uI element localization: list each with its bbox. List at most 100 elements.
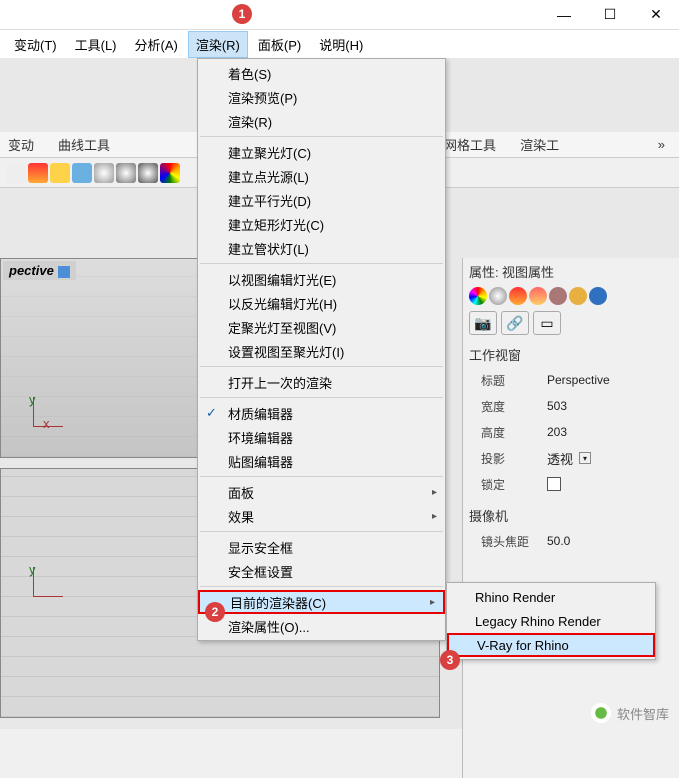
separator	[200, 263, 443, 264]
property-row: 高度203	[469, 420, 673, 444]
sphere1[interactable]	[94, 163, 114, 183]
menu-item[interactable]: 建立管状灯(L)	[198, 236, 445, 260]
section-camera: 摄像机	[469, 506, 673, 525]
menu-item[interactable]: 安全框设置	[198, 559, 445, 583]
property-label: 镜头焦距	[481, 533, 547, 550]
menu-item[interactable]: 建立聚光灯(C)	[198, 140, 445, 164]
menu-item[interactable]: 以反光编辑灯光(H)	[198, 291, 445, 315]
sphere-rainbow[interactable]	[160, 163, 180, 183]
menu-item[interactable]: 贴图编辑器	[198, 449, 445, 473]
menu-item[interactable]: 效果	[198, 504, 445, 528]
menu-item[interactable]: 着色(S)	[198, 61, 445, 85]
flame2-icon[interactable]	[529, 287, 547, 305]
separator	[200, 397, 443, 398]
chevron-down-icon[interactable]: ▾	[579, 452, 591, 464]
window-minimize[interactable]: —	[541, 0, 587, 30]
property-value[interactable]: 203	[547, 425, 673, 439]
separator	[200, 136, 443, 137]
menu-item[interactable]: 建立点光源(L)	[198, 164, 445, 188]
window-close[interactable]: ✕	[633, 0, 679, 30]
tab-curve-tools[interactable]: 曲线工具	[58, 135, 110, 154]
menu-item[interactable]: 目前的渲染器(C)	[198, 590, 445, 614]
folder-icon[interactable]	[569, 287, 587, 305]
property-label: 标题	[481, 372, 547, 389]
submenu-item[interactable]: Legacy Rhino Render	[447, 609, 655, 633]
menu-help[interactable]: 说明(H)	[311, 31, 371, 58]
menu-item[interactable]: 环境编辑器	[198, 425, 445, 449]
viewport-label[interactable]: pective	[3, 261, 76, 280]
circle-yellow[interactable]	[50, 163, 70, 183]
menu-panel[interactable]: 面板(P)	[250, 31, 309, 58]
separator	[200, 366, 443, 367]
link-icon[interactable]: 🔗	[501, 311, 529, 335]
tab-more-icon[interactable]: »	[658, 137, 671, 152]
menu-item[interactable]: 材质编辑器	[198, 401, 445, 425]
menu-item[interactable]: 以视图编辑灯光(E)	[198, 267, 445, 291]
menu-render[interactable]: 渲染(R)	[188, 31, 248, 58]
property-label: 投影	[481, 450, 547, 467]
flame-icon[interactable]	[509, 287, 527, 305]
menu-item[interactable]: 定聚光灯至视图(V)	[198, 315, 445, 339]
property-value[interactable]: 透视	[547, 449, 573, 468]
separator	[200, 476, 443, 477]
property-row: 镜头焦距50.0	[469, 529, 673, 553]
watermark: 软件智库	[591, 703, 669, 723]
property-row: 宽度503	[469, 394, 673, 418]
tab-render-tools[interactable]: 渲染工	[520, 135, 559, 154]
renderer-submenu: Rhino RenderLegacy Rhino RenderV-Ray for…	[446, 582, 656, 660]
rect-icon[interactable]: ▭	[533, 311, 561, 335]
menu-item[interactable]: 渲染预览(P)	[198, 85, 445, 109]
properties-panel: 属性: 视图属性 📷 🔗 ▭ 工作视窗 标题Perspective宽度503高度…	[462, 258, 679, 778]
sphere3[interactable]	[138, 163, 158, 183]
tab-transform[interactable]: 变动	[8, 135, 34, 154]
property-value[interactable]: 503	[547, 399, 673, 413]
property-label: 高度	[481, 424, 547, 441]
menu-transform[interactable]: 变动(T)	[6, 31, 65, 58]
brush-icon[interactable]	[549, 287, 567, 305]
tab-mesh-tools[interactable]: 网格工具	[444, 135, 496, 154]
menu-item[interactable]: 建立平行光(D)	[198, 188, 445, 212]
property-value[interactable]: 50.0	[547, 534, 673, 548]
separator	[200, 586, 443, 587]
property-label: 锁定	[481, 476, 547, 493]
sphere2[interactable]	[116, 163, 136, 183]
separator	[200, 531, 443, 532]
menu-analyze[interactable]: 分析(A)	[127, 31, 186, 58]
annotation-1: 1	[232, 4, 252, 24]
section-viewport: 工作视窗	[469, 345, 673, 364]
property-row: 锁定	[469, 472, 673, 496]
panel-header: 属性: 视图属性	[469, 262, 673, 281]
menu-item[interactable]: 显示安全框	[198, 535, 445, 559]
menu-tools[interactable]: 工具(L)	[67, 31, 125, 58]
panel-button-row: 📷 🔗 ▭	[469, 311, 673, 335]
menu-item[interactable]: 面板	[198, 480, 445, 504]
circle-blue[interactable]	[72, 163, 92, 183]
checkbox[interactable]	[547, 477, 561, 491]
titlebar: — ☐ ✕	[0, 0, 679, 30]
property-value[interactable]: Perspective	[547, 373, 673, 387]
sphere-icon[interactable]	[489, 287, 507, 305]
panel-icon-row	[469, 287, 673, 305]
help-icon[interactable]	[589, 287, 607, 305]
window-maximize[interactable]: ☐	[587, 0, 633, 30]
menu-item[interactable]: 打开上一次的渲染	[198, 370, 445, 394]
property-label: 宽度	[481, 398, 547, 415]
watermark-logo-icon	[591, 703, 611, 723]
box-icon[interactable]	[28, 163, 48, 183]
menu-item[interactable]: 设置视图至聚光灯(I)	[198, 339, 445, 363]
property-row: 标题Perspective	[469, 368, 673, 392]
menubar: 变动(T) 工具(L) 分析(A) 渲染(R) 面板(P) 说明(H)	[0, 30, 679, 58]
menu-item[interactable]: 渲染(R)	[198, 109, 445, 133]
annotation-3: 3	[440, 650, 460, 670]
annotation-2: 2	[205, 602, 225, 622]
camera-icon[interactable]: 📷	[469, 311, 497, 335]
menu-item[interactable]: 渲染属性(O)...	[198, 614, 445, 638]
chevron-down-icon[interactable]	[58, 266, 70, 278]
palette-icon[interactable]	[469, 287, 487, 305]
menu-item[interactable]: 建立矩形灯光(C)	[198, 212, 445, 236]
submenu-item[interactable]: V-Ray for Rhino	[447, 633, 655, 657]
property-row: 投影透视 ▾	[469, 446, 673, 470]
render-menu: 着色(S)渲染预览(P)渲染(R) 建立聚光灯(C)建立点光源(L)建立平行光(D…	[197, 58, 446, 641]
lock-icon[interactable]	[6, 163, 26, 183]
submenu-item[interactable]: Rhino Render	[447, 585, 655, 609]
